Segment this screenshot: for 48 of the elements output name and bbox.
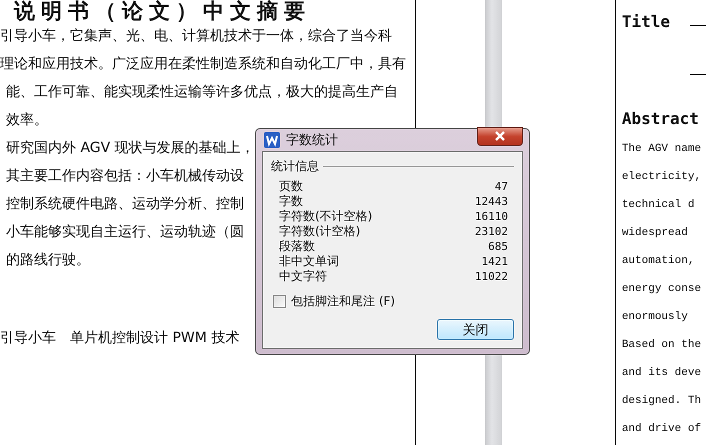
checkbox-label: 包括脚注和尾注 (F) bbox=[291, 293, 396, 310]
body-text-line: electricity, bbox=[622, 170, 702, 185]
page-heading: 说明书（论文）中文摘要 bbox=[12, 0, 312, 22]
body-text-line: enormously bbox=[622, 310, 688, 325]
close-dialog-button[interactable]: 关闭 bbox=[437, 319, 514, 340]
body-text-line: 引导小车，它集声、光、电、计算机技术于一体，综合了当今科 bbox=[0, 27, 392, 46]
body-text-line: 小车能够实现自主运行、运动轨迹（圆 bbox=[5, 223, 244, 242]
stat-value: 47 bbox=[494, 180, 508, 193]
body-text-line: 控制系统硬件电路、运动学分析、控制 bbox=[5, 195, 244, 214]
body-text-line: widespread bbox=[622, 226, 688, 241]
close-button[interactable] bbox=[477, 126, 523, 146]
stat-value: 12443 bbox=[474, 195, 508, 208]
close-icon bbox=[494, 131, 506, 141]
body-text-line: 能、工作可靠、能实现柔性运输等许多优点，极大的提高生产自 bbox=[5, 83, 398, 102]
stat-value: 16110 bbox=[474, 210, 508, 223]
stat-label: 段落数 bbox=[279, 238, 315, 255]
stat-label: 非中文单词 bbox=[279, 253, 339, 270]
stat-label: 字数 bbox=[279, 193, 303, 210]
body-text-line: and its deve bbox=[622, 366, 702, 381]
stat-label: 中文字符 bbox=[279, 268, 327, 285]
body-text-line: energy conse bbox=[622, 282, 702, 297]
dialog-title: 字数统计 bbox=[286, 132, 339, 149]
stat-value: 11022 bbox=[474, 270, 508, 283]
title-label: Title bbox=[622, 12, 670, 32]
stat-value: 685 bbox=[488, 240, 508, 253]
app-logo-icon bbox=[264, 132, 280, 148]
body-text-line: 的路线行驶。 bbox=[5, 251, 90, 270]
body-text-line: Based on the bbox=[622, 338, 702, 353]
section-label: 统计信息 bbox=[271, 158, 319, 175]
body-text-line: automation, bbox=[622, 254, 694, 269]
body-text-line: 效率。 bbox=[5, 111, 48, 130]
stat-value: 23102 bbox=[474, 225, 508, 238]
body-text-line: 研究国内外 AGV 现状与发展的基础上， bbox=[5, 139, 255, 158]
body-text-line: 理论和应用技术。广泛应用在柔性制造系统和自动化工厂中，具有 bbox=[0, 55, 406, 74]
stat-label: 字符数(不计空格) bbox=[279, 208, 372, 224]
body-text-line: 其主要工作内容包括：小车机械传动设 bbox=[5, 167, 244, 186]
body-text-line: designed. Th bbox=[622, 394, 702, 409]
abstract-heading: Abstract bbox=[622, 109, 699, 129]
stat-value: 1421 bbox=[482, 255, 508, 268]
underline-blank bbox=[690, 74, 706, 75]
body-text-line: The AGV name bbox=[622, 142, 702, 157]
underline-blank bbox=[690, 25, 706, 26]
body-text-line: and drive of bbox=[622, 422, 702, 437]
body-text-line: technical d bbox=[622, 198, 694, 213]
stat-label: 字符数(计空格) bbox=[279, 223, 360, 240]
checkbox[interactable] bbox=[273, 295, 286, 308]
stat-label: 页数 bbox=[279, 178, 303, 194]
keywords-text: 引导小车 单片机控制设计 PWM 技术 bbox=[0, 329, 240, 348]
